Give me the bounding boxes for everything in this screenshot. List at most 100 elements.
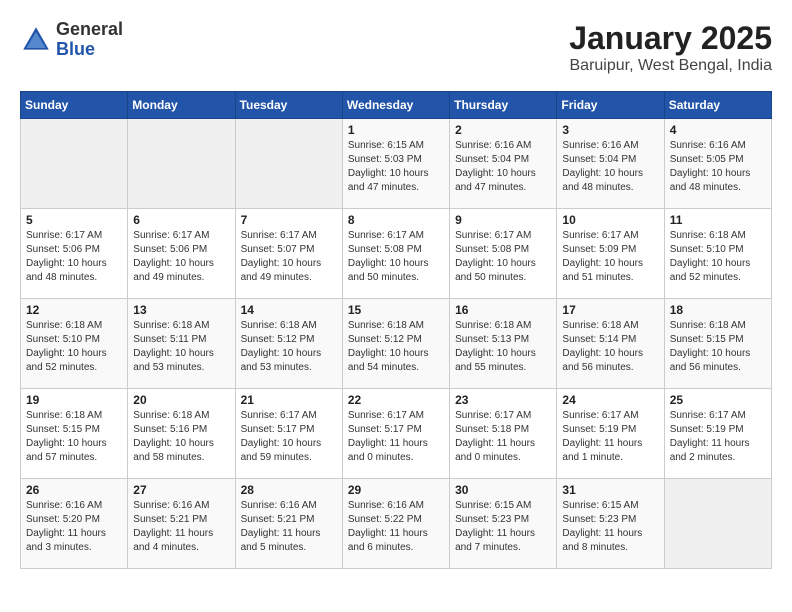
calendar-cell: 11 Sunrise: 6:18 AMSunset: 5:10 PMDayligh… bbox=[664, 209, 771, 299]
day-number: 21 bbox=[241, 393, 337, 407]
day-number: 4 bbox=[670, 123, 766, 137]
day-info: Sunrise: 6:18 AMSunset: 5:11 PMDaylight:… bbox=[133, 319, 229, 375]
day-info: Sunrise: 6:17 AMSunset: 5:08 PMDaylight:… bbox=[348, 229, 444, 285]
weekday-header: Monday bbox=[128, 92, 235, 119]
calendar-table: SundayMondayTuesdayWednesdayThursdayFrid… bbox=[20, 91, 772, 569]
weekday-header: Sunday bbox=[21, 92, 128, 119]
day-number: 12 bbox=[26, 303, 122, 317]
calendar-week-row: 19 Sunrise: 6:18 AMSunset: 5:15 PMDayligh… bbox=[21, 389, 772, 479]
day-number: 18 bbox=[670, 303, 766, 317]
day-info: Sunrise: 6:17 AMSunset: 5:06 PMDaylight:… bbox=[26, 229, 122, 285]
day-number: 22 bbox=[348, 393, 444, 407]
calendar-cell: 18Sunrise: 6:18 AMSunset: 5:15 PMDayligh… bbox=[664, 299, 771, 389]
calendar-cell: 5 Sunrise: 6:17 AMSunset: 5:06 PMDaylight… bbox=[21, 209, 128, 299]
weekday-header: Friday bbox=[557, 92, 664, 119]
day-info: Sunrise: 6:16 AMSunset: 5:22 PMDaylight:… bbox=[348, 499, 444, 555]
day-info: Sunrise: 6:18 AMSunset: 5:14 PMDaylight:… bbox=[562, 319, 658, 375]
calendar-cell: 28Sunrise: 6:16 AMSunset: 5:21 PMDayligh… bbox=[235, 479, 342, 569]
calendar-cell: 17Sunrise: 6:18 AMSunset: 5:14 PMDayligh… bbox=[557, 299, 664, 389]
logo-general-text: General bbox=[56, 19, 123, 39]
weekday-row: SundayMondayTuesdayWednesdayThursdayFrid… bbox=[21, 92, 772, 119]
day-info: Sunrise: 6:16 AMSunset: 5:21 PMDaylight:… bbox=[241, 499, 337, 555]
calendar-cell: 30Sunrise: 6:15 AMSunset: 5:23 PMDayligh… bbox=[450, 479, 557, 569]
calendar-week-row: 26Sunrise: 6:16 AMSunset: 5:20 PMDayligh… bbox=[21, 479, 772, 569]
day-number: 15 bbox=[348, 303, 444, 317]
logo-blue-text: Blue bbox=[56, 39, 95, 59]
calendar-cell: 27Sunrise: 6:16 AMSunset: 5:21 PMDayligh… bbox=[128, 479, 235, 569]
calendar-cell bbox=[235, 119, 342, 209]
calendar-cell: 3 Sunrise: 6:16 AMSunset: 5:04 PMDaylight… bbox=[557, 119, 664, 209]
calendar-cell: 23 Sunrise: 6:17 AMSunset: 5:18 PMDayligh… bbox=[450, 389, 557, 479]
day-number: 14 bbox=[241, 303, 337, 317]
calendar-body: 1Sunrise: 6:15 AMSunset: 5:03 PMDaylight… bbox=[21, 119, 772, 569]
day-number: 6 bbox=[133, 213, 229, 227]
calendar-cell: 12 Sunrise: 6:18 AMSunset: 5:10 PMDayligh… bbox=[21, 299, 128, 389]
page-subtitle: Baruipur, West Bengal, India bbox=[569, 57, 772, 75]
page-header: General Blue January 2025 Baruipur, West… bbox=[20, 20, 772, 75]
day-info: Sunrise: 6:17 AMSunset: 5:19 PMDaylight:… bbox=[562, 409, 658, 465]
day-info: Sunrise: 6:16 AMSunset: 5:21 PMDaylight:… bbox=[133, 499, 229, 555]
calendar-cell: 9 Sunrise: 6:17 AMSunset: 5:08 PMDaylight… bbox=[450, 209, 557, 299]
calendar-cell: 7 Sunrise: 6:17 AMSunset: 5:07 PMDaylight… bbox=[235, 209, 342, 299]
day-number: 30 bbox=[455, 483, 551, 497]
weekday-header: Saturday bbox=[664, 92, 771, 119]
day-number: 2 bbox=[455, 123, 551, 137]
calendar-week-row: 5 Sunrise: 6:17 AMSunset: 5:06 PMDaylight… bbox=[21, 209, 772, 299]
calendar-cell bbox=[664, 479, 771, 569]
day-info: Sunrise: 6:16 AMSunset: 5:05 PMDaylight:… bbox=[670, 139, 766, 195]
calendar-cell bbox=[128, 119, 235, 209]
day-info: Sunrise: 6:18 AMSunset: 5:10 PMDaylight:… bbox=[26, 319, 122, 375]
day-info: Sunrise: 6:18 AMSunset: 5:13 PMDaylight:… bbox=[455, 319, 551, 375]
day-number: 9 bbox=[455, 213, 551, 227]
day-info: Sunrise: 6:17 AMSunset: 5:08 PMDaylight:… bbox=[455, 229, 551, 285]
day-number: 3 bbox=[562, 123, 658, 137]
calendar-cell: 2Sunrise: 6:16 AMSunset: 5:04 PMDaylight… bbox=[450, 119, 557, 209]
title-block: January 2025 Baruipur, West Bengal, Indi… bbox=[569, 20, 772, 75]
day-info: Sunrise: 6:17 AMSunset: 5:17 PMDaylight:… bbox=[348, 409, 444, 465]
day-number: 10 bbox=[562, 213, 658, 227]
day-info: Sunrise: 6:18 AMSunset: 5:16 PMDaylight:… bbox=[133, 409, 229, 465]
calendar-cell: 20 Sunrise: 6:18 AMSunset: 5:16 PMDayligh… bbox=[128, 389, 235, 479]
day-number: 20 bbox=[133, 393, 229, 407]
day-info: Sunrise: 6:17 AMSunset: 5:18 PMDaylight:… bbox=[455, 409, 551, 465]
day-number: 23 bbox=[455, 393, 551, 407]
weekday-header: Wednesday bbox=[342, 92, 449, 119]
calendar-header: SundayMondayTuesdayWednesdayThursdayFrid… bbox=[21, 92, 772, 119]
calendar-cell: 6 Sunrise: 6:17 AMSunset: 5:06 PMDaylight… bbox=[128, 209, 235, 299]
day-number: 24 bbox=[562, 393, 658, 407]
calendar-cell: 13Sunrise: 6:18 AMSunset: 5:11 PMDayligh… bbox=[128, 299, 235, 389]
day-number: 29 bbox=[348, 483, 444, 497]
day-info: Sunrise: 6:18 AMSunset: 5:10 PMDaylight:… bbox=[670, 229, 766, 285]
day-number: 7 bbox=[241, 213, 337, 227]
day-number: 1 bbox=[348, 123, 444, 137]
calendar-cell: 1Sunrise: 6:15 AMSunset: 5:03 PMDaylight… bbox=[342, 119, 449, 209]
day-number: 26 bbox=[26, 483, 122, 497]
weekday-header: Tuesday bbox=[235, 92, 342, 119]
day-info: Sunrise: 6:18 AMSunset: 5:12 PMDaylight:… bbox=[348, 319, 444, 375]
day-info: Sunrise: 6:17 AMSunset: 5:07 PMDaylight:… bbox=[241, 229, 337, 285]
day-number: 11 bbox=[670, 213, 766, 227]
day-info: Sunrise: 6:17 AMSunset: 5:06 PMDaylight:… bbox=[133, 229, 229, 285]
calendar-cell bbox=[21, 119, 128, 209]
day-info: Sunrise: 6:15 AMSunset: 5:23 PMDaylight:… bbox=[562, 499, 658, 555]
day-info: Sunrise: 6:18 AMSunset: 5:12 PMDaylight:… bbox=[241, 319, 337, 375]
day-info: Sunrise: 6:16 AMSunset: 5:04 PMDaylight:… bbox=[562, 139, 658, 195]
day-info: Sunrise: 6:17 AMSunset: 5:09 PMDaylight:… bbox=[562, 229, 658, 285]
calendar-cell: 4 Sunrise: 6:16 AMSunset: 5:05 PMDaylight… bbox=[664, 119, 771, 209]
day-number: 25 bbox=[670, 393, 766, 407]
calendar-cell: 21 Sunrise: 6:17 AMSunset: 5:17 PMDayligh… bbox=[235, 389, 342, 479]
calendar-week-row: 1Sunrise: 6:15 AMSunset: 5:03 PMDaylight… bbox=[21, 119, 772, 209]
calendar-cell: 19 Sunrise: 6:18 AMSunset: 5:15 PMDayligh… bbox=[21, 389, 128, 479]
day-info: Sunrise: 6:18 AMSunset: 5:15 PMDaylight:… bbox=[26, 409, 122, 465]
day-number: 19 bbox=[26, 393, 122, 407]
calendar-cell: 25Sunrise: 6:17 AMSunset: 5:19 PMDayligh… bbox=[664, 389, 771, 479]
calendar-cell: 22 Sunrise: 6:17 AMSunset: 5:17 PMDayligh… bbox=[342, 389, 449, 479]
calendar-cell: 8Sunrise: 6:17 AMSunset: 5:08 PMDaylight… bbox=[342, 209, 449, 299]
calendar-cell: 24 Sunrise: 6:17 AMSunset: 5:19 PMDayligh… bbox=[557, 389, 664, 479]
calendar-week-row: 12 Sunrise: 6:18 AMSunset: 5:10 PMDayligh… bbox=[21, 299, 772, 389]
calendar-cell: 10 Sunrise: 6:17 AMSunset: 5:09 PMDayligh… bbox=[557, 209, 664, 299]
day-number: 5 bbox=[26, 213, 122, 227]
calendar-cell: 16Sunrise: 6:18 AMSunset: 5:13 PMDayligh… bbox=[450, 299, 557, 389]
day-info: Sunrise: 6:17 AMSunset: 5:17 PMDaylight:… bbox=[241, 409, 337, 465]
logo-icon bbox=[20, 24, 52, 56]
